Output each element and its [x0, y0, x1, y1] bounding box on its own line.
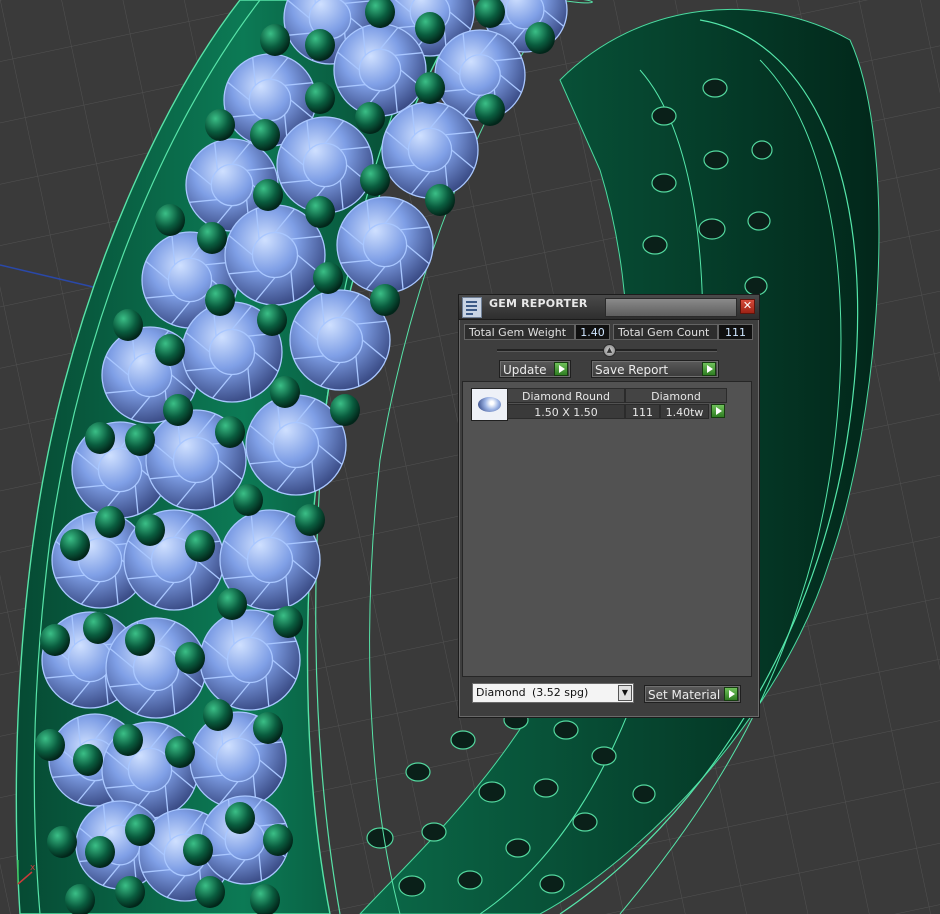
total-gem-weight-label: Total Gem Weight: [464, 324, 575, 340]
play-arrow-icon: [724, 687, 738, 701]
play-arrow-icon: [702, 362, 716, 376]
collapse-toggle-icon[interactable]: ▲: [603, 344, 616, 357]
close-icon[interactable]: ✕: [740, 299, 755, 314]
gem-reporter-panel: GEM REPORTER ✕ Total Gem Weight 1.40 Tot…: [458, 294, 760, 718]
material-select-spg: (3.52 spg): [532, 686, 589, 699]
row-select-play-icon[interactable]: [711, 404, 725, 418]
total-gem-count-value: 111: [718, 324, 753, 340]
save-report-button-label: Save Report: [595, 363, 669, 377]
chevron-down-icon[interactable]: ▼: [618, 685, 632, 701]
titlebar-drag-area[interactable]: [605, 298, 737, 317]
gem-weight-cell: 1.40tw: [660, 404, 709, 419]
total-gem-weight-value: 1.40: [575, 324, 610, 340]
panel-titlebar[interactable]: GEM REPORTER ✕: [459, 295, 759, 320]
diamond-thumbnail-icon: [471, 388, 508, 421]
total-gem-count-label: Total Gem Count: [613, 324, 718, 340]
gem-list[interactable]: Diamond Round Diamond 1.50 X 1.50 111 1.…: [462, 381, 752, 677]
gem-shape-header: Diamond Round: [507, 388, 625, 403]
save-report-button[interactable]: Save Report: [591, 360, 719, 378]
panel-title: GEM REPORTER: [489, 297, 588, 310]
material-select[interactable]: Diamond (3.52 spg) ▼: [472, 683, 634, 703]
play-arrow-icon: [554, 362, 568, 376]
set-material-button-label: Set Material: [648, 688, 721, 702]
material-select-value: Diamond: [476, 686, 526, 699]
gem-size-cell: 1.50 X 1.50: [507, 404, 625, 419]
gem-count-cell: 111: [625, 404, 660, 419]
set-material-button[interactable]: Set Material: [644, 685, 741, 703]
gem-material-header: Diamond: [625, 388, 727, 403]
gem-reporter-app-icon: [462, 297, 482, 318]
update-button-label: Update: [503, 363, 547, 377]
svg-text:x: x: [30, 863, 36, 873]
update-button[interactable]: Update: [499, 360, 571, 378]
